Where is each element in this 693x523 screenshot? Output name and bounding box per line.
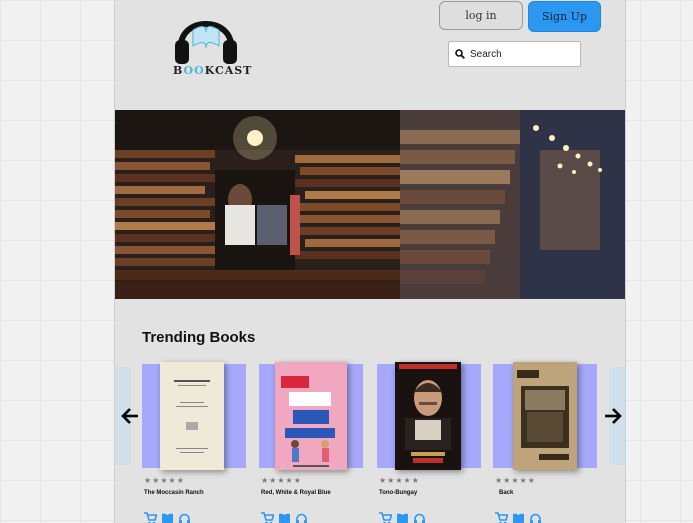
book-icon[interactable] [512, 512, 525, 523]
book-card[interactable]: ★★★★★ Back [493, 362, 597, 523]
book-icon[interactable] [278, 512, 291, 523]
headphones-icon[interactable] [178, 512, 191, 523]
signup-button[interactable]: Sign Up [528, 1, 601, 32]
book-card[interactable]: ★★★★★ Red, White & Royal Blue [259, 362, 363, 523]
arrow-left-icon[interactable] [119, 405, 141, 427]
book-icon[interactable] [396, 512, 409, 523]
logo-text-b: B [173, 64, 184, 77]
book-title: The Moccasin Ranch [144, 490, 204, 496]
book-actions [379, 512, 426, 523]
book-title: Tono-Bungay [379, 490, 418, 496]
arrow-right-icon[interactable] [602, 405, 624, 427]
book-title: Red, White & Royal Blue [261, 490, 331, 496]
book-actions [495, 512, 542, 523]
logo-wordmark: BOOKCAST [173, 64, 252, 77]
star-rating[interactable]: ★★★★★ [379, 476, 420, 485]
book-cover-tono-bungay[interactable] [395, 362, 461, 470]
hero-library-image [400, 110, 625, 299]
cart-icon[interactable] [495, 512, 509, 523]
book-cover-moccasin-ranch[interactable] [160, 362, 224, 470]
login-button[interactable]: log in [439, 1, 523, 30]
hero-banner [115, 110, 625, 299]
cart-icon[interactable] [379, 512, 393, 523]
star-rating[interactable]: ★★★★★ [261, 476, 302, 485]
book-card[interactable]: ★★★★★ The Moccasin Ranch [142, 362, 246, 523]
book-actions [144, 512, 191, 523]
page-frame: BOOKCAST log in Sign Up Search Trending … [114, 0, 626, 523]
book-actions [261, 512, 308, 523]
book-title: Back [499, 490, 514, 496]
star-rating[interactable]: ★★★★★ [495, 476, 536, 485]
logo-text-rest: KCAST [204, 64, 253, 77]
headphones-icon[interactable] [295, 512, 308, 523]
hero-reading-image [115, 110, 400, 299]
book-icon[interactable] [161, 512, 174, 523]
logo-text-oo: OO [183, 64, 205, 77]
cart-icon[interactable] [144, 512, 158, 523]
headphones-icon[interactable] [413, 512, 426, 523]
book-cover-red-white-royal-blue[interactable] [275, 362, 347, 470]
book-cover-back[interactable] [513, 362, 577, 470]
star-rating[interactable]: ★★★★★ [144, 476, 185, 485]
book-card[interactable]: ★★★★★ Tono-Bungay [377, 362, 481, 523]
search-input[interactable] [470, 48, 570, 60]
headphones-icon[interactable] [529, 512, 542, 523]
cart-icon[interactable] [261, 512, 275, 523]
trending-title: Trending Books [142, 329, 256, 346]
search-box[interactable] [448, 41, 581, 67]
search-icon [455, 49, 465, 59]
